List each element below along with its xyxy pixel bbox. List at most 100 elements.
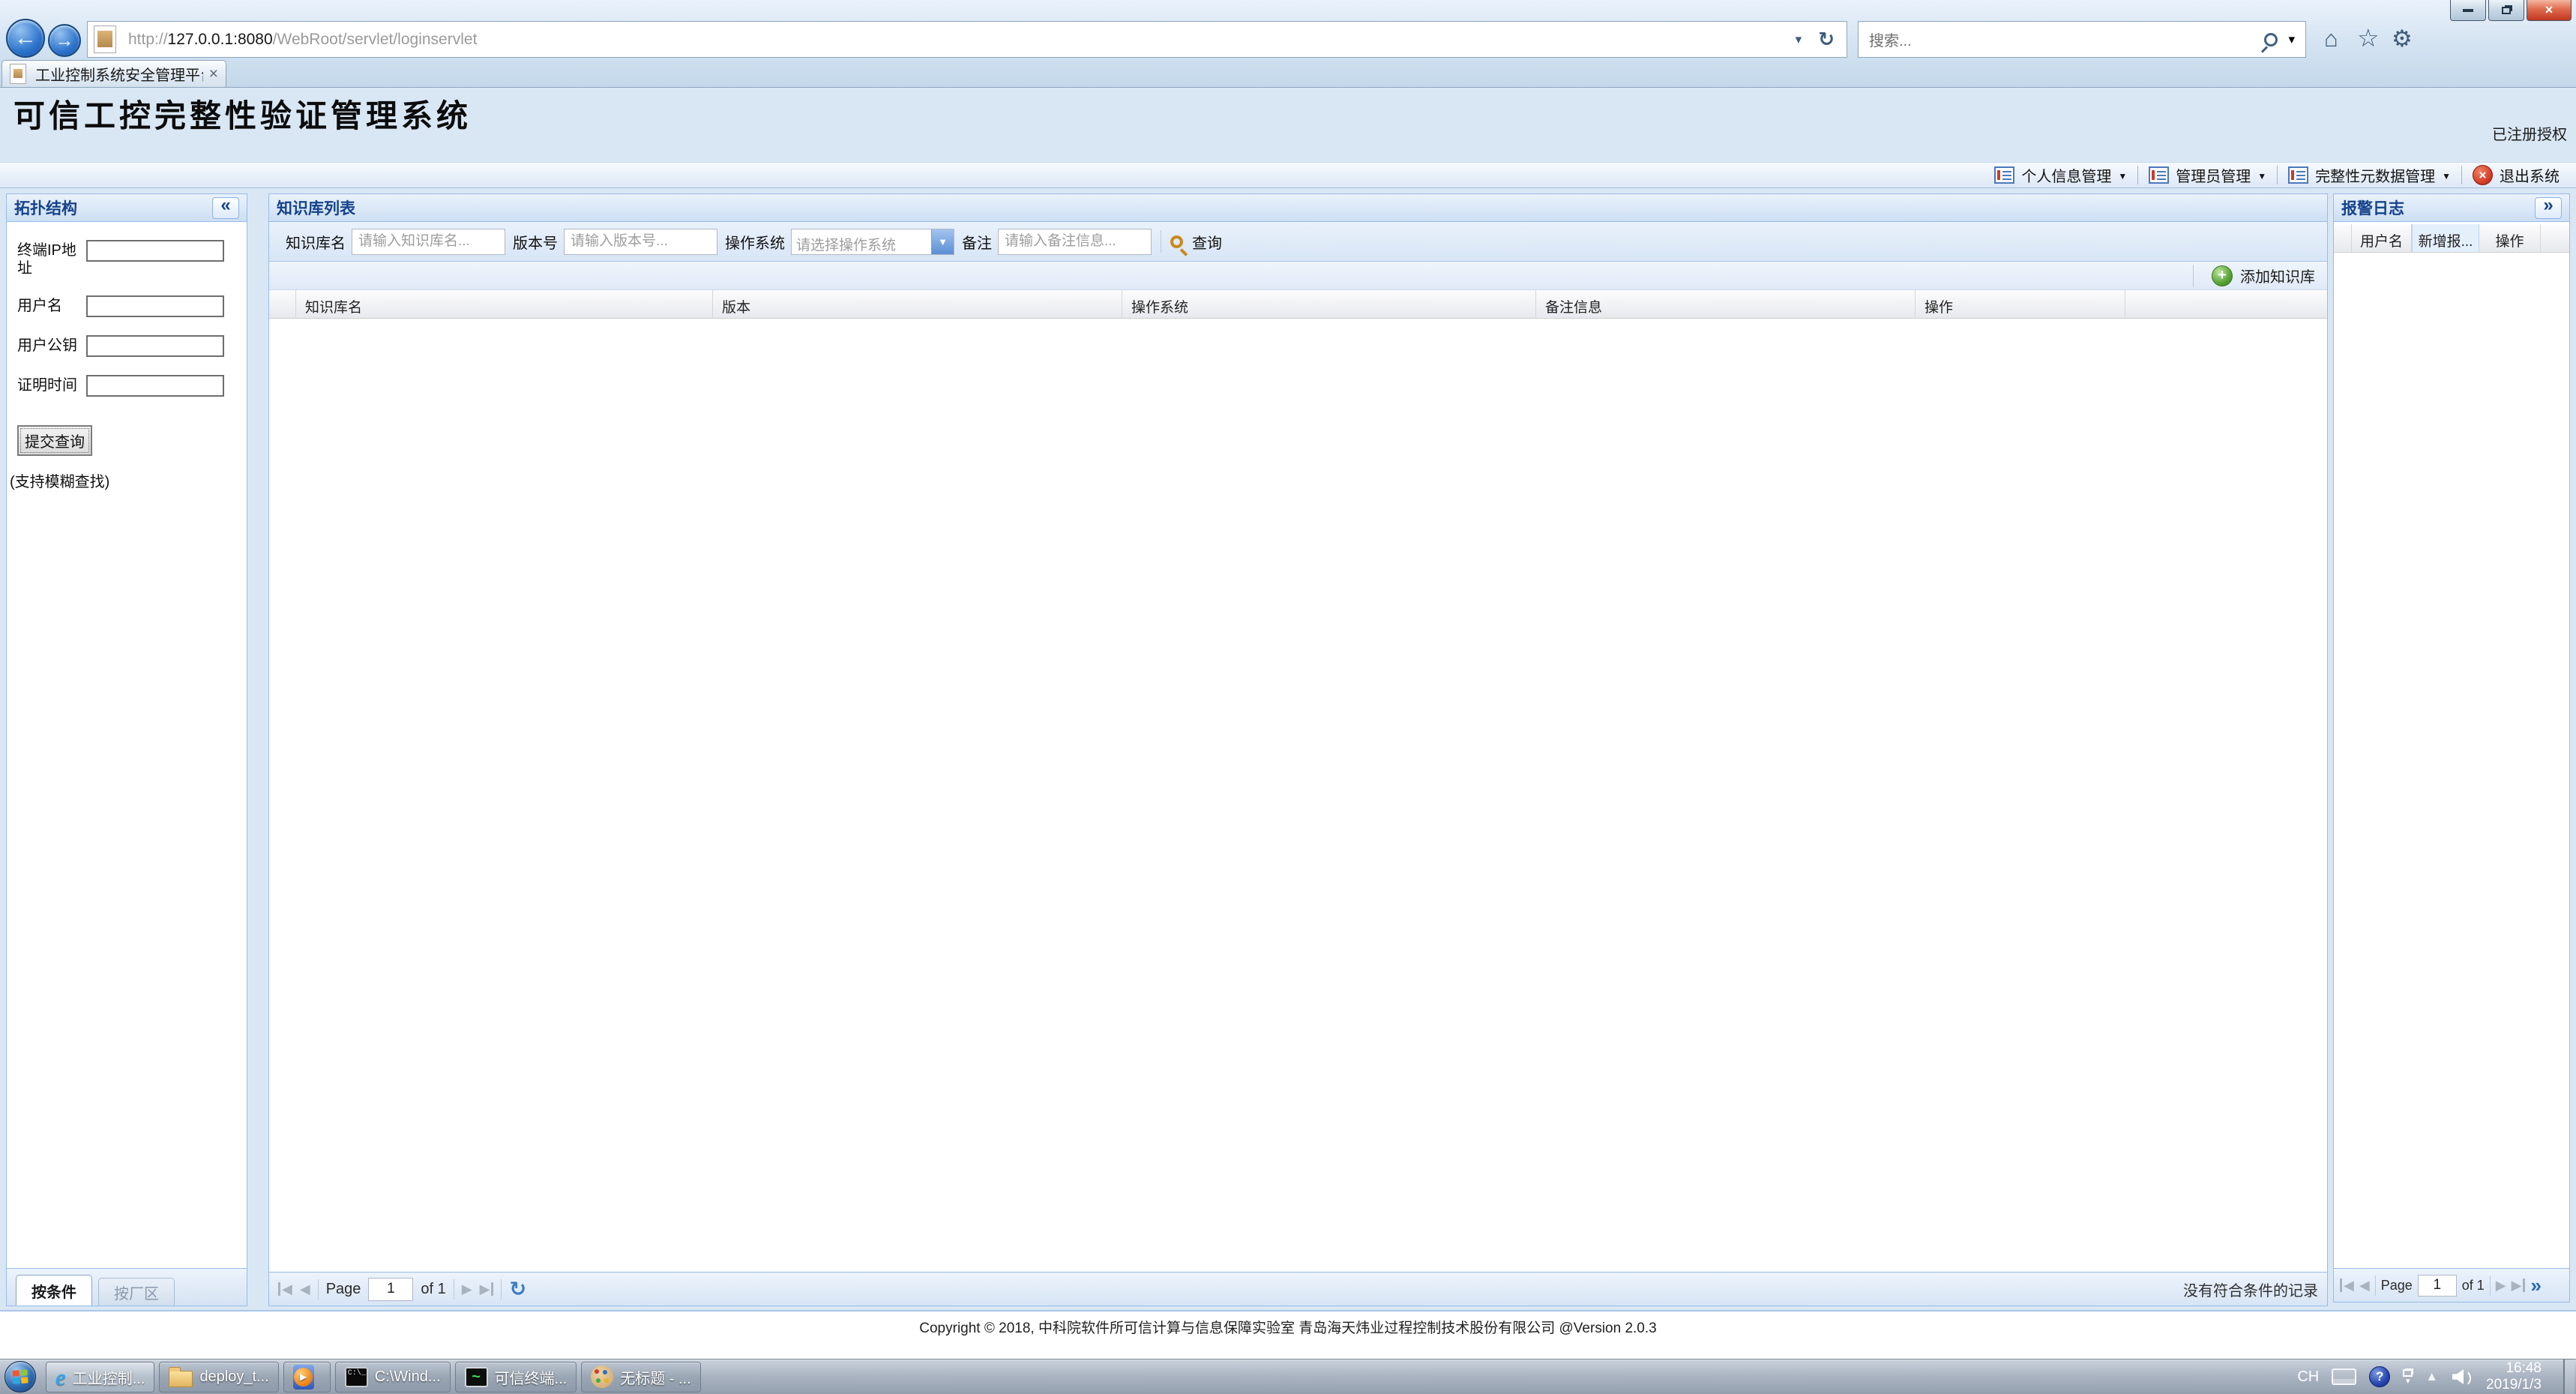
next-page-icon[interactable] [462,1282,472,1296]
kb-name-filter-label: 知识库名 [286,231,346,253]
ime-restore-icon[interactable] [2403,1369,2413,1384]
os-select[interactable]: 请选择操作系统 [791,229,954,255]
add-kb-button[interactable]: 添加知识库 [2212,265,2315,286]
more-double-arrow-icon[interactable] [2530,1276,2541,1296]
media-player-icon [293,1365,314,1390]
search-icon[interactable] [2264,33,2278,46]
favorites-star-icon[interactable] [2357,23,2380,52]
task-label: deploy_t... [199,1369,268,1386]
browser-chrome: × ← → http://127.0.0.1:8080/WebRoot/serv… [0,0,2576,88]
query-label: 查询 [1192,231,1222,253]
page-number-input[interactable] [368,1278,413,1301]
hidden-icons-arrow[interactable] [2425,1369,2438,1384]
refresh-grid-icon[interactable] [509,1278,526,1301]
restore-button[interactable] [2488,0,2524,21]
username-label: 用户名 [17,295,86,317]
tab-favicon [10,64,26,84]
language-indicator[interactable]: CH [2297,1369,2319,1386]
tray-clock[interactable]: 16:48 2019/1/3 [2486,1360,2542,1394]
taskbar-item-folder[interactable]: deploy_t... [159,1362,278,1393]
form-row: 证明时间 [17,375,239,397]
expand-panel-button[interactable] [2535,197,2562,219]
internet-explorer-icon: e [55,1366,66,1389]
help-icon[interactable] [2369,1366,2390,1387]
column-header-remark[interactable]: 备注信息 [1536,290,1916,318]
taskbar-item-command-prompt[interactable]: C:\Wind... [335,1362,451,1393]
last-page-icon[interactable] [2512,1279,2526,1292]
taskbar-item-ie[interactable]: e 工业控制... [46,1362,154,1393]
first-page-icon[interactable] [278,1282,292,1296]
autocomplete-dropdown-icon[interactable] [1796,32,1802,47]
site-favicon [94,25,116,53]
list-icon [2149,166,2169,184]
column-header-kb-name[interactable]: 知识库名 [296,290,713,318]
version-filter-input[interactable] [564,229,717,255]
tab-by-plant-area[interactable]: 按厂区 [98,1278,175,1306]
add-kb-label: 添加知识库 [2240,265,2315,286]
os-filter-label: 操作系统 [725,231,785,253]
minimize-button[interactable] [2450,0,2486,21]
volume-icon[interactable] [2451,1366,2473,1387]
terminal-ip-field[interactable] [86,240,224,262]
remark-filter-input[interactable] [998,229,1152,255]
search-dropdown-icon[interactable] [2288,32,2295,47]
tray-time: 16:48 [2486,1360,2542,1377]
web-page: 可信工控完整性验证管理系统 已注册授权 个人信息管理 管理员管理 完整性元数据管… [0,88,2576,1359]
kb-pagination-bar: Page of 1 没有符合条件的记录 [269,1272,2327,1306]
search-tools [2264,32,2295,47]
browser-tab[interactable]: 工业控制系统安全管理平台 × [1,60,226,88]
column-header-username[interactable]: 用户名 [2352,224,2412,252]
collapse-panel-button[interactable] [212,197,239,219]
menu-personal-info[interactable]: 个人信息管理 [1984,164,2137,186]
alarm-pagination-bar: Page of 1 [2334,1268,2569,1302]
back-arrow-icon: ← [14,25,37,51]
combo-trigger-icon[interactable] [931,229,954,254]
attest-time-field[interactable] [86,375,224,397]
column-header-version[interactable]: 版本 [713,290,1122,318]
search-placeholder: 搜索... [1869,28,1912,50]
restore-icon [2502,7,2511,14]
first-page-icon[interactable] [2340,1279,2354,1292]
taskbar-item-trusted-terminal[interactable]: 可信终端... [455,1362,577,1393]
address-bar[interactable]: http://127.0.0.1:8080/WebRoot/servlet/lo… [87,21,1847,58]
topology-search-form: 终端IP地址 用户名 用户公钥 证明时间 提交查询 (支持模糊查找) [7,222,247,1268]
kb-filter-bar: 知识库名 版本号 操作系统 请选择操作系统 备注 查询 [269,222,2327,262]
logout-label: 退出系统 [2500,164,2560,186]
taskbar-item-media-player[interactable] [283,1362,331,1393]
public-key-field[interactable] [86,335,224,357]
prev-page-icon[interactable] [2359,1279,2370,1292]
column-header-actions[interactable]: 操作 [2479,224,2541,252]
start-button[interactable] [4,1361,36,1393]
separator [318,1279,319,1300]
back-button[interactable]: ← [6,19,45,58]
last-page-icon[interactable] [480,1282,494,1296]
query-button[interactable]: 查询 [1170,231,1222,253]
menu-integrity-metadata[interactable]: 完整性元数据管理 [2278,164,2461,186]
column-header-new-alarms[interactable]: 新增报... [2412,224,2479,252]
submit-query-button[interactable]: 提交查询 [17,425,92,456]
column-header-os[interactable]: 操作系统 [1122,290,1536,318]
home-icon[interactable] [2324,25,2338,52]
forward-button[interactable]: → [48,24,81,57]
page-number-input[interactable] [2418,1275,2457,1297]
settings-gear-icon[interactable] [2392,25,2413,52]
taskbar-item-paint[interactable]: 无标题 - ... [581,1362,700,1393]
menu-admin-manage[interactable]: 管理员管理 [2138,164,2277,186]
logout-button[interactable]: 退出系统 [2462,164,2570,186]
show-desktop-button[interactable] [2563,1360,2575,1394]
tab-title: 工业控制系统安全管理平台 [35,63,203,85]
next-page-icon[interactable] [2496,1279,2506,1292]
refresh-icon[interactable] [1818,28,1835,51]
kb-table-header: 知识库名 版本 操作系统 备注信息 操作 [269,290,2327,319]
keyboard-icon[interactable] [2332,1369,2356,1385]
prev-page-icon[interactable] [300,1282,310,1296]
tab-by-condition[interactable]: 按条件 [16,1275,92,1306]
column-header-actions[interactable]: 操作 [1916,290,2125,318]
username-field[interactable] [86,295,224,317]
url-text[interactable]: http://127.0.0.1:8080/WebRoot/servlet/lo… [128,31,477,49]
sidebar-tab-strip: 按条件 按厂区 [7,1268,247,1306]
kb-name-filter-input[interactable] [352,229,505,255]
tab-close-icon[interactable]: × [209,65,218,83]
close-button[interactable]: × [2527,0,2572,21]
browser-search-box[interactable]: 搜索... [1858,21,2306,58]
